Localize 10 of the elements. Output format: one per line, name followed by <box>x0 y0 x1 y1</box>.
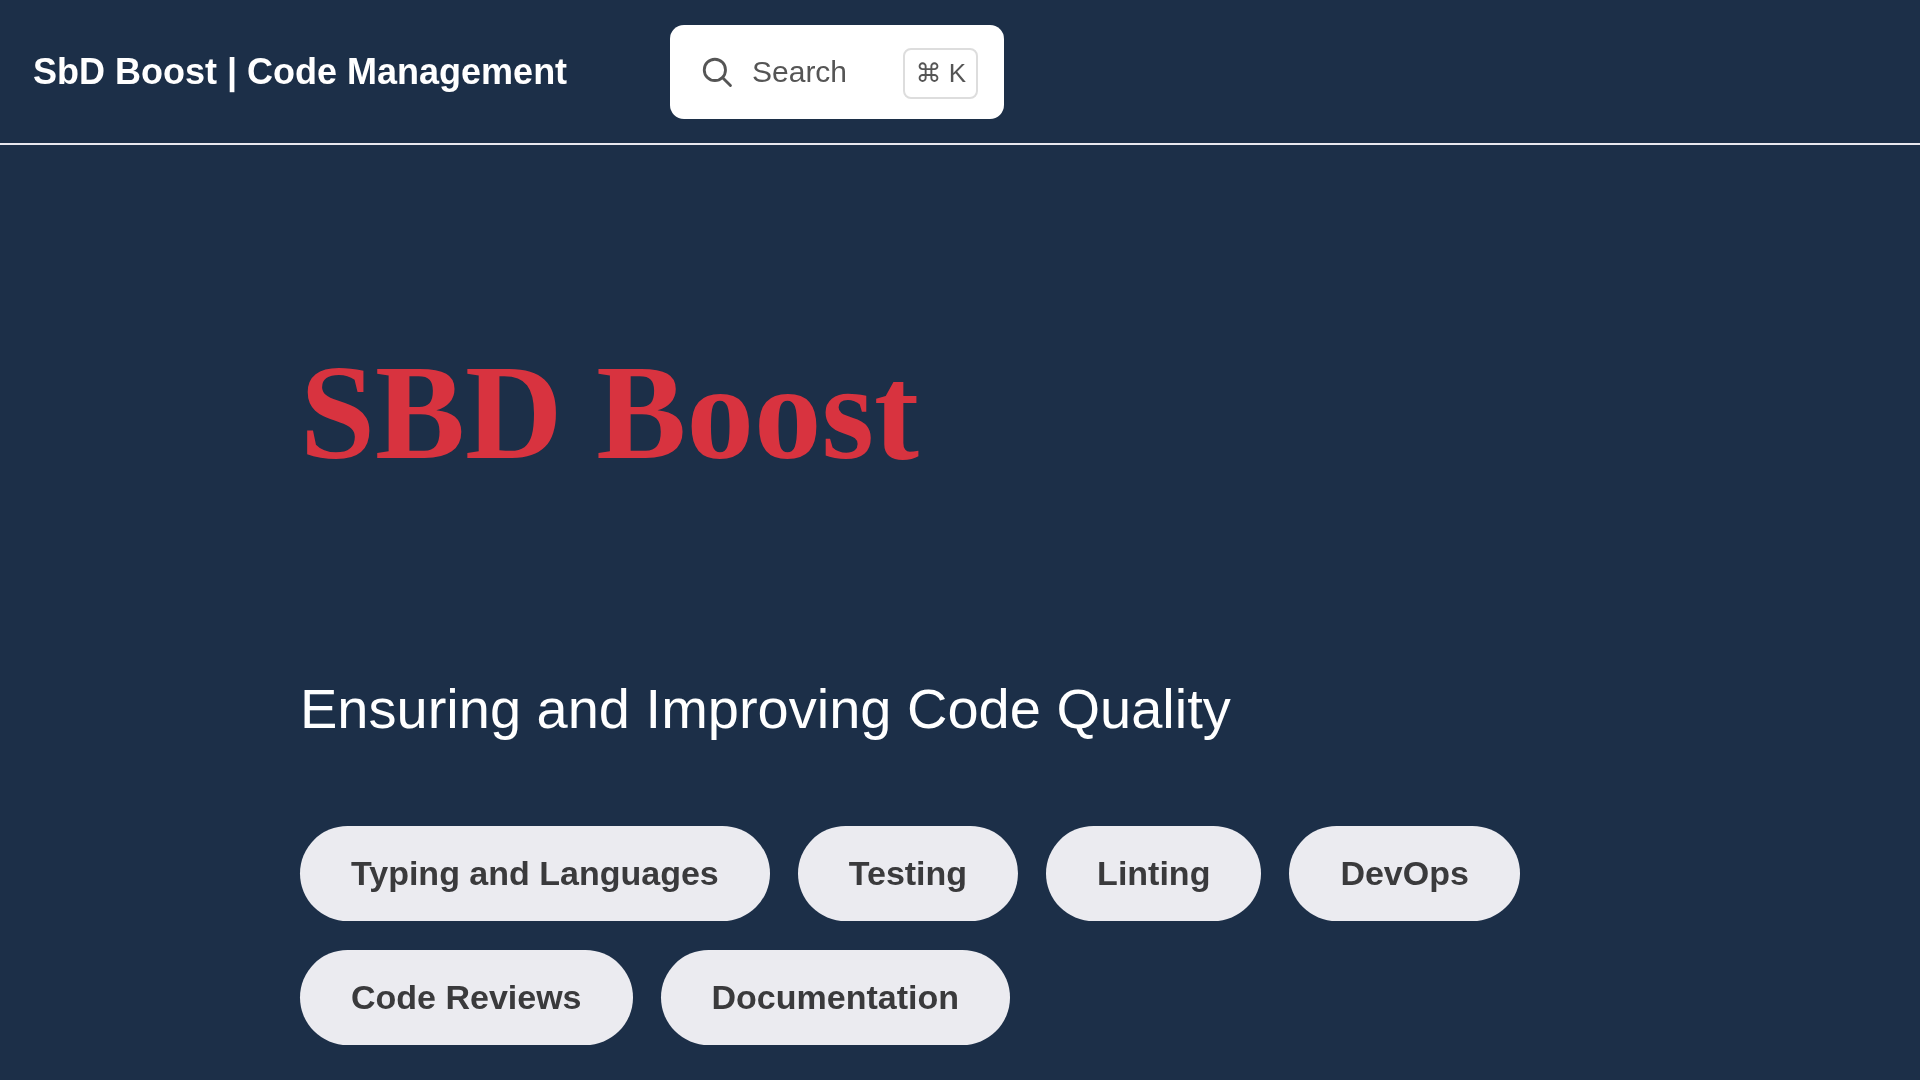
topic-link[interactable]: Typing and Languages <box>300 826 770 922</box>
hero-tagline: Ensuring and Improving Code Quality <box>300 676 1232 742</box>
topic-link[interactable]: Documentation <box>660 950 1010 1046</box>
topic-link[interactable]: Testing <box>797 826 1019 922</box>
topic-link[interactable]: Code Reviews <box>300 950 633 1046</box>
topic-link[interactable]: Linting <box>1046 826 1262 922</box>
hero-title: SBD Boost <box>300 337 920 480</box>
topic-link[interactable]: DevOps <box>1289 826 1520 922</box>
site-title[interactable]: SbD Boost | Code Management <box>33 50 670 93</box>
keyboard-shortcut: ⌘ K <box>903 47 978 99</box>
